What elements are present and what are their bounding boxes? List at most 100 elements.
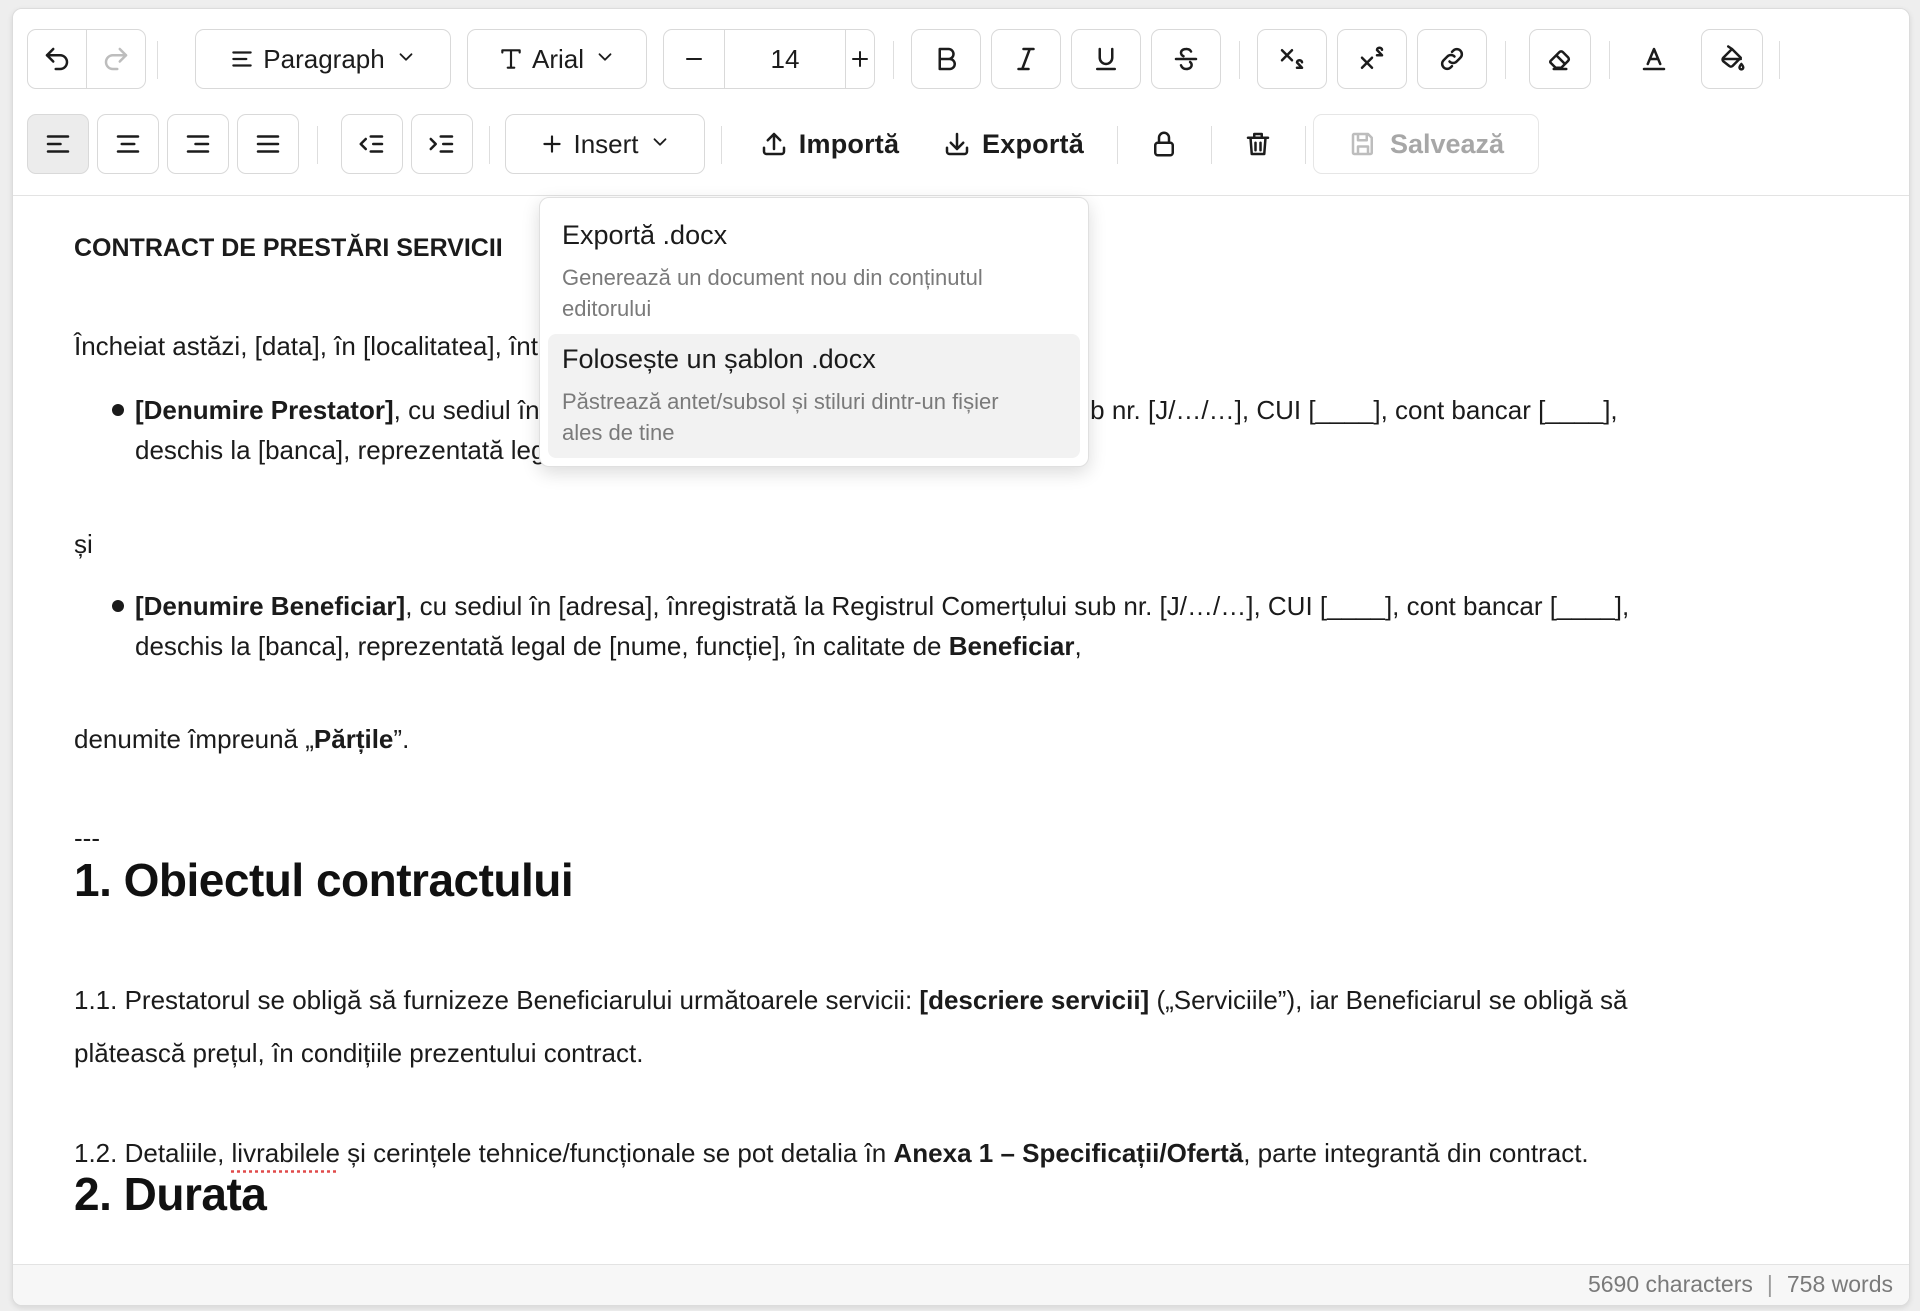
party2-name: [Denumire Beneficiar]: [135, 591, 406, 621]
clause-1-2-post: , parte integrantă din contract.: [1243, 1138, 1589, 1168]
together-pre: denumite împreună „: [74, 724, 314, 754]
party2-line1: [Denumire Beneficiar], cu sediul în [adr…: [135, 586, 1629, 626]
menu-item-title: Folosește un șablon .docx: [562, 344, 876, 374]
subscript-icon: [1280, 49, 1304, 69]
toolbar-divider: [1609, 41, 1610, 79]
redo-button[interactable]: [86, 29, 146, 89]
conjunction-text: și: [74, 529, 93, 559]
chevron-down-icon: [649, 131, 671, 158]
indent-icon: [429, 135, 454, 153]
save-label: Salvează: [1389, 128, 1505, 159]
italic-button[interactable]: [991, 29, 1061, 89]
font-family-value: Arial: [531, 43, 584, 74]
link-icon: [1440, 47, 1464, 71]
toolbar-divider: [893, 41, 894, 79]
insert-dropdown-button[interactable]: Insert: [505, 114, 705, 174]
word-count: 758 words: [1786, 1271, 1893, 1297]
toolbar-divider: [1211, 126, 1212, 164]
list-bullet: [112, 404, 124, 416]
toolbar-divider: [1239, 41, 1240, 79]
section-heading-2: 2. Durata: [74, 1168, 267, 1220]
decrease-font-size-button[interactable]: [664, 30, 724, 88]
underline-button[interactable]: [1071, 29, 1141, 89]
toolbar-divider: [157, 41, 158, 79]
font-size-stepper: 14: [663, 29, 875, 89]
save-icon: [1351, 132, 1373, 156]
font-size-input[interactable]: 14: [724, 30, 846, 88]
together-bold: Părțile: [313, 724, 394, 754]
intro-paragraph: Încheiat astăzi, [data], în [localitatea…: [74, 331, 569, 361]
superscript-icon: [1360, 46, 1384, 69]
spellcheck-word[interactable]: livrabilele: [232, 1138, 340, 1168]
import-button[interactable]: Importă: [743, 114, 915, 174]
align-center-button[interactable]: [97, 114, 159, 174]
align-left-icon: [46, 135, 70, 153]
increase-font-size-button[interactable]: [844, 30, 876, 88]
chevron-down-icon: [395, 46, 417, 73]
toolbar-divider: [489, 126, 490, 164]
subscript-button[interactable]: [1257, 29, 1327, 89]
clause-1-1-line2: plătească prețul, în condițiile prezentu…: [74, 1038, 644, 1068]
bold-button[interactable]: [911, 29, 981, 89]
export-dropdown-menu: Exportă .docx Generează un document nou …: [539, 197, 1089, 467]
indent-button[interactable]: [411, 114, 473, 174]
divider-text: ---: [74, 823, 100, 853]
toolbar-divider: [721, 126, 722, 164]
toolbar-divider: [1117, 126, 1118, 164]
menu-item-description: Generează un document nou din conținutul…: [562, 265, 983, 321]
clear-formatting-button[interactable]: [1529, 29, 1591, 89]
together-post: ”.: [393, 724, 410, 754]
party2-rep: deschis la [banca], reprezentată legal d…: [135, 631, 949, 661]
clause-1-2: 1.2. Detaliile, livrabilele și cerințele…: [74, 1133, 1589, 1173]
strikethrough-button[interactable]: [1151, 29, 1221, 89]
parties-together-paragraph: denumite împreună „Părțile”.: [74, 719, 409, 759]
plus-icon: [852, 51, 868, 67]
delete-button[interactable]: [1227, 114, 1289, 174]
superscript-button[interactable]: [1337, 29, 1407, 89]
align-left-button[interactable]: [27, 114, 89, 174]
block-type-select[interactable]: Paragraph: [195, 29, 451, 89]
undo-icon: [45, 47, 69, 71]
clause-1-2-mid: și cerințele tehnice/funcționale se pot …: [339, 1138, 894, 1168]
underline-icon: [1096, 47, 1116, 71]
toolbar-divider: [1505, 41, 1506, 79]
text-type-icon: [501, 49, 521, 69]
trash-icon: [1246, 132, 1270, 156]
clause-1-1-line1: 1.1. Prestatorul se obligă să furnizeze …: [74, 980, 1628, 1020]
align-right-button[interactable]: [167, 114, 229, 174]
menu-item-title: Exportă .docx: [562, 220, 728, 250]
eraser-icon: [1549, 50, 1571, 71]
outdent-button[interactable]: [341, 114, 403, 174]
party2-details: , cu sediul în [adresa], înregistrată la…: [405, 591, 1630, 621]
text-color-icon: [1642, 47, 1666, 71]
export-button[interactable]: Exportă: [927, 114, 1099, 174]
character-count: 5690 characters: [1587, 1271, 1753, 1297]
upload-icon: [762, 132, 786, 156]
section-heading-1: 1. Obiectul contractului: [74, 854, 574, 906]
party2-end: ,: [1074, 631, 1082, 661]
menu-item-use-template[interactable]: Folosește un șablon .docx Păstrează ante…: [548, 334, 1080, 458]
status-counts: 5690 characters | 758 words: [1588, 1271, 1893, 1298]
strikethrough-icon: [1174, 47, 1198, 71]
clause-1-1-post: („Serviciile”), iar Beneficiarul se obli…: [1149, 985, 1628, 1015]
status-bar: 5690 characters | 758 words: [13, 1264, 1909, 1305]
link-button[interactable]: [1417, 29, 1487, 89]
font-family-select[interactable]: Arial: [467, 29, 647, 89]
text-color-button[interactable]: [1623, 29, 1685, 89]
menu-item-export-docx[interactable]: Exportă .docx Generează un document nou …: [548, 210, 1080, 330]
plus-icon: [543, 135, 562, 153]
align-left-icon: [232, 51, 253, 67]
clause-1-2-pre: 1.2. Detaliile,: [74, 1138, 232, 1168]
save-button[interactable]: Salvează: [1313, 114, 1539, 174]
italic-icon: [1017, 47, 1035, 71]
toolbar-divider: [1779, 41, 1780, 79]
lock-button[interactable]: [1133, 114, 1195, 174]
align-justify-button[interactable]: [237, 114, 299, 174]
document-title: CONTRACT DE PRESTĂRI SERVICII: [74, 234, 503, 262]
lock-icon: [1154, 131, 1174, 157]
party1-name: [Denumire Prestator]: [135, 395, 394, 425]
undo-button[interactable]: [27, 29, 87, 89]
align-right-icon: [186, 135, 210, 153]
highlight-color-button[interactable]: [1701, 29, 1763, 89]
align-justify-icon: [256, 135, 280, 153]
